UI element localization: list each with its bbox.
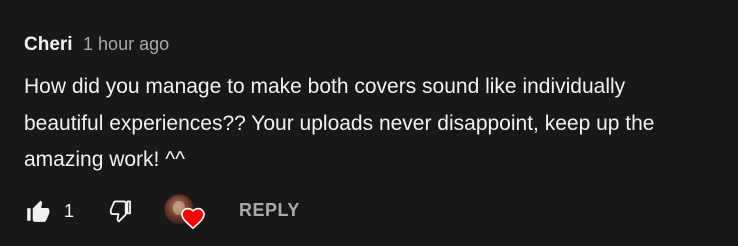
creator-heart-icon: [181, 207, 205, 230]
comment-header: Cheri 1 hour ago: [24, 31, 169, 59]
comment-text: How did you manage to make both covers s…: [24, 69, 738, 179]
thumbs-up-icon: [27, 200, 50, 222]
comment-timestamp[interactable]: 1 hour ago: [83, 34, 169, 54]
comment-text-line: beautiful experiences?? Your uploads nev…: [24, 111, 655, 135]
like-button[interactable]: [20, 194, 56, 228]
comment-author[interactable]: Cheri: [24, 34, 73, 55]
creator-heart[interactable]: [162, 192, 208, 234]
comment-action-bar: 1 REPLY: [0, 188, 738, 234]
reply-button[interactable]: REPLY: [239, 198, 300, 222]
thumbs-down-icon: [109, 200, 131, 223]
like-count: 1: [64, 201, 75, 221]
dislike-button[interactable]: [102, 194, 138, 228]
comment-thread: Cheri 1 hour ago How did you manage to m…: [0, 0, 738, 246]
comment-text-line: How did you manage to make both covers s…: [24, 75, 626, 98]
comment-text-line: amazing work! ^^: [24, 148, 185, 171]
